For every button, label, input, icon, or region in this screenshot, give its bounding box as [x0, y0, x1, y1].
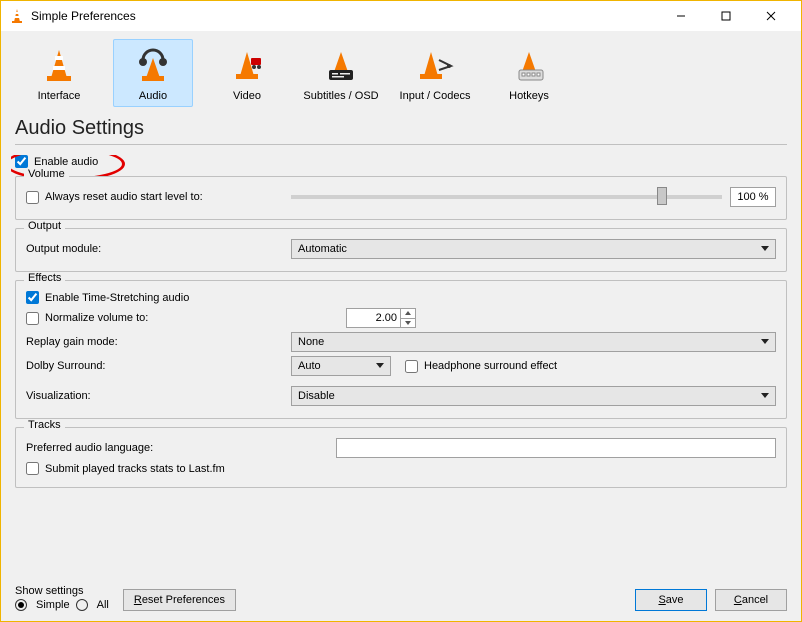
replay-gain-label: Replay gain mode: [26, 336, 291, 348]
section-title: Audio Settings [11, 117, 791, 144]
close-button[interactable] [748, 1, 793, 31]
headphone-label: Headphone surround effect [424, 360, 557, 372]
enable-audio-checkbox[interactable] [15, 155, 28, 168]
vlc-cone-icon [9, 8, 25, 24]
preferred-language-label: Preferred audio language: [26, 442, 336, 454]
category-audio[interactable]: Audio [113, 39, 193, 107]
group-tracks: Tracks Preferred audio language: Submit … [15, 427, 787, 488]
output-module-label: Output module: [26, 243, 291, 255]
volume-percent: 100 % [730, 187, 776, 207]
content: Interface Audio Video Subtitles / OSD In… [1, 31, 801, 621]
select-value: None [298, 336, 324, 348]
reset-preferences-button[interactable]: Reset Preferences [123, 589, 236, 611]
spinner-value: 2.00 [376, 312, 397, 324]
dolby-select[interactable]: Auto [291, 356, 391, 376]
chevron-down-icon [761, 246, 769, 251]
chevron-down-icon [761, 339, 769, 344]
normalize-checkbox[interactable] [26, 312, 39, 325]
visualization-label: Visualization: [26, 390, 291, 402]
group-legend: Effects [24, 272, 65, 284]
window-title: Simple Preferences [31, 9, 658, 23]
radio-simple[interactable] [15, 599, 27, 611]
visualization-select[interactable]: Disable [291, 386, 776, 406]
select-value: Automatic [298, 243, 347, 255]
spinner-down[interactable] [400, 319, 415, 328]
radio-all[interactable] [76, 599, 88, 611]
reset-level-checkbox[interactable] [26, 191, 39, 204]
chevron-down-icon [761, 393, 769, 398]
output-module-select[interactable]: Automatic [291, 239, 776, 259]
cancel-button[interactable]: Cancel [715, 589, 787, 611]
dolby-label: Dolby Surround: [26, 360, 291, 372]
normalize-label: Normalize volume to: [45, 312, 148, 324]
category-interface[interactable]: Interface [19, 39, 99, 107]
settings-panel: Enable audio Volume Always reset audio s… [11, 155, 791, 579]
preferred-language-input[interactable] [336, 438, 776, 458]
normalize-value-spinner[interactable]: 2.00 [346, 308, 416, 328]
category-label: Video [233, 90, 261, 102]
group-output: Output Output module: Automatic [15, 228, 787, 272]
radio-simple-label: Simple [36, 599, 70, 611]
category-label: Input / Codecs [400, 90, 471, 102]
slider-thumb[interactable] [657, 187, 667, 205]
category-bar: Interface Audio Video Subtitles / OSD In… [11, 37, 791, 117]
lastfm-label: Submit played tracks stats to Last.fm [45, 463, 225, 475]
group-effects: Effects Enable Time-Stretching audio Nor… [15, 280, 787, 419]
radio-all-label: All [97, 599, 109, 611]
category-label: Interface [38, 90, 81, 102]
select-value: Disable [298, 390, 335, 402]
group-legend: Output [24, 220, 65, 232]
volume-slider[interactable] [291, 195, 722, 199]
lastfm-checkbox[interactable] [26, 462, 39, 475]
minimize-button[interactable] [658, 1, 703, 31]
category-label: Hotkeys [509, 90, 549, 102]
group-volume: Volume Always reset audio start level to… [15, 176, 787, 220]
enable-audio-label: Enable audio [34, 156, 98, 168]
headphone-checkbox[interactable] [405, 360, 418, 373]
select-value: Auto [298, 360, 321, 372]
maximize-button[interactable] [703, 1, 748, 31]
category-video[interactable]: Video [207, 39, 287, 107]
titlebar: Simple Preferences [1, 1, 801, 31]
spinner-up[interactable] [400, 309, 415, 319]
show-settings-label: Show settings [15, 585, 109, 597]
group-legend: Volume [24, 168, 69, 180]
category-label: Audio [139, 90, 167, 102]
save-button[interactable]: Save [635, 589, 707, 611]
category-subtitles[interactable]: Subtitles / OSD [301, 39, 381, 107]
group-legend: Tracks [24, 419, 65, 431]
footer: Show settings Simple All Reset Preferenc… [11, 579, 791, 613]
category-hotkeys[interactable]: Hotkeys [489, 39, 569, 107]
reset-level-label: Always reset audio start level to: [45, 191, 203, 203]
divider [15, 144, 787, 145]
timestretch-checkbox[interactable] [26, 291, 39, 304]
category-input-codecs[interactable]: Input / Codecs [395, 39, 475, 107]
chevron-down-icon [376, 363, 384, 368]
timestretch-label: Enable Time-Stretching audio [45, 292, 189, 304]
replay-gain-select[interactable]: None [291, 332, 776, 352]
category-label: Subtitles / OSD [303, 90, 378, 102]
